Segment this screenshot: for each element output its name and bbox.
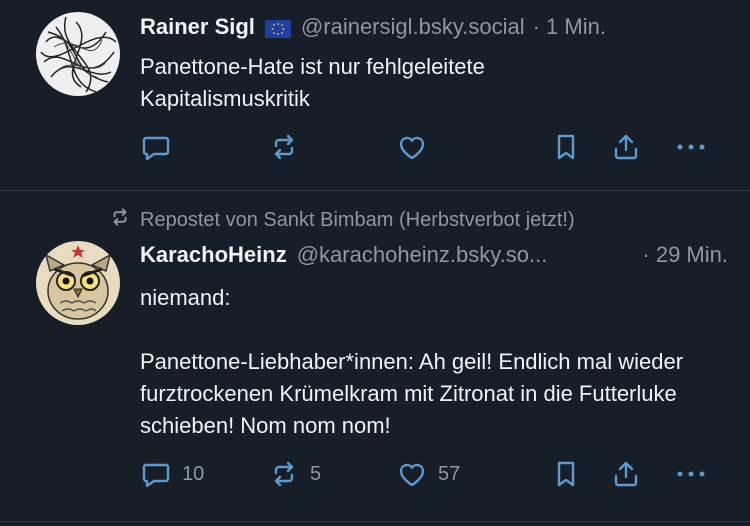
avatar[interactable] [36,12,120,96]
reply-icon [140,458,172,490]
share-icon [610,131,642,163]
repost-icon [268,131,300,163]
more-button[interactable] [674,457,708,491]
post-actions [140,130,720,164]
repost-button[interactable] [268,130,300,164]
repost-icon [108,206,140,234]
more-icon [674,131,708,163]
share-button[interactable] [610,130,642,164]
repost-indicator[interactable]: Repostet von Sankt Bimbam (Herbstverbot … [108,206,575,234]
like-button[interactable] [396,130,428,164]
like-icon [396,458,428,490]
share-button[interactable] [610,457,642,491]
eu-flag-icon [264,18,291,38]
feed: Rainer Sigl @rainersigl.bsky.social · 1 … [0,0,750,526]
bookmark-icon [550,458,582,490]
reply-count: 10 [182,462,205,485]
post-actions: 10 5 57 [140,457,720,491]
reply-icon [140,131,172,163]
post-header: KarachoHeinz @karachoheinz.bsky.so... · … [140,240,728,270]
avatar[interactable] [36,241,120,325]
bookmark-button[interactable] [550,457,582,491]
repost-icon [268,458,300,490]
post-text: Panettone-Hate ist nur fehlgeleitete Kap… [140,54,485,111]
reply-button[interactable]: 10 [140,457,204,491]
like-count: 57 [438,462,461,485]
like-icon [396,131,428,163]
post[interactable]: Rainer Sigl @rainersigl.bsky.social · 1 … [0,0,750,191]
post-text: niemand: Panettone-Liebhaber*innen: Ah g… [140,285,684,438]
repost-count: 5 [310,462,322,485]
author-name[interactable]: KarachoHeinz [140,242,287,268]
author-handle[interactable]: @rainersigl.bsky.social [301,14,525,40]
post-header: Rainer Sigl @rainersigl.bsky.social · 1 … [140,12,728,42]
repost-button[interactable]: 5 [268,457,321,491]
author-name[interactable]: Rainer Sigl [140,14,255,40]
repost-label: Repostet von Sankt Bimbam (Herbstverbot … [140,208,575,231]
author-handle[interactable]: @karachoheinz.bsky.so... [297,242,548,268]
bookmark-icon [550,131,582,163]
bookmark-button[interactable] [550,130,582,164]
post[interactable]: Repostet von Sankt Bimbam (Herbstverbot … [0,191,750,522]
post-time[interactable]: · 1 Min. [533,14,606,40]
reply-button[interactable] [140,130,172,164]
like-button[interactable]: 57 [396,457,460,491]
share-icon [610,458,642,490]
more-button[interactable] [674,130,708,164]
post-time[interactable]: · 29 Min. [642,242,728,268]
more-icon [674,458,708,490]
